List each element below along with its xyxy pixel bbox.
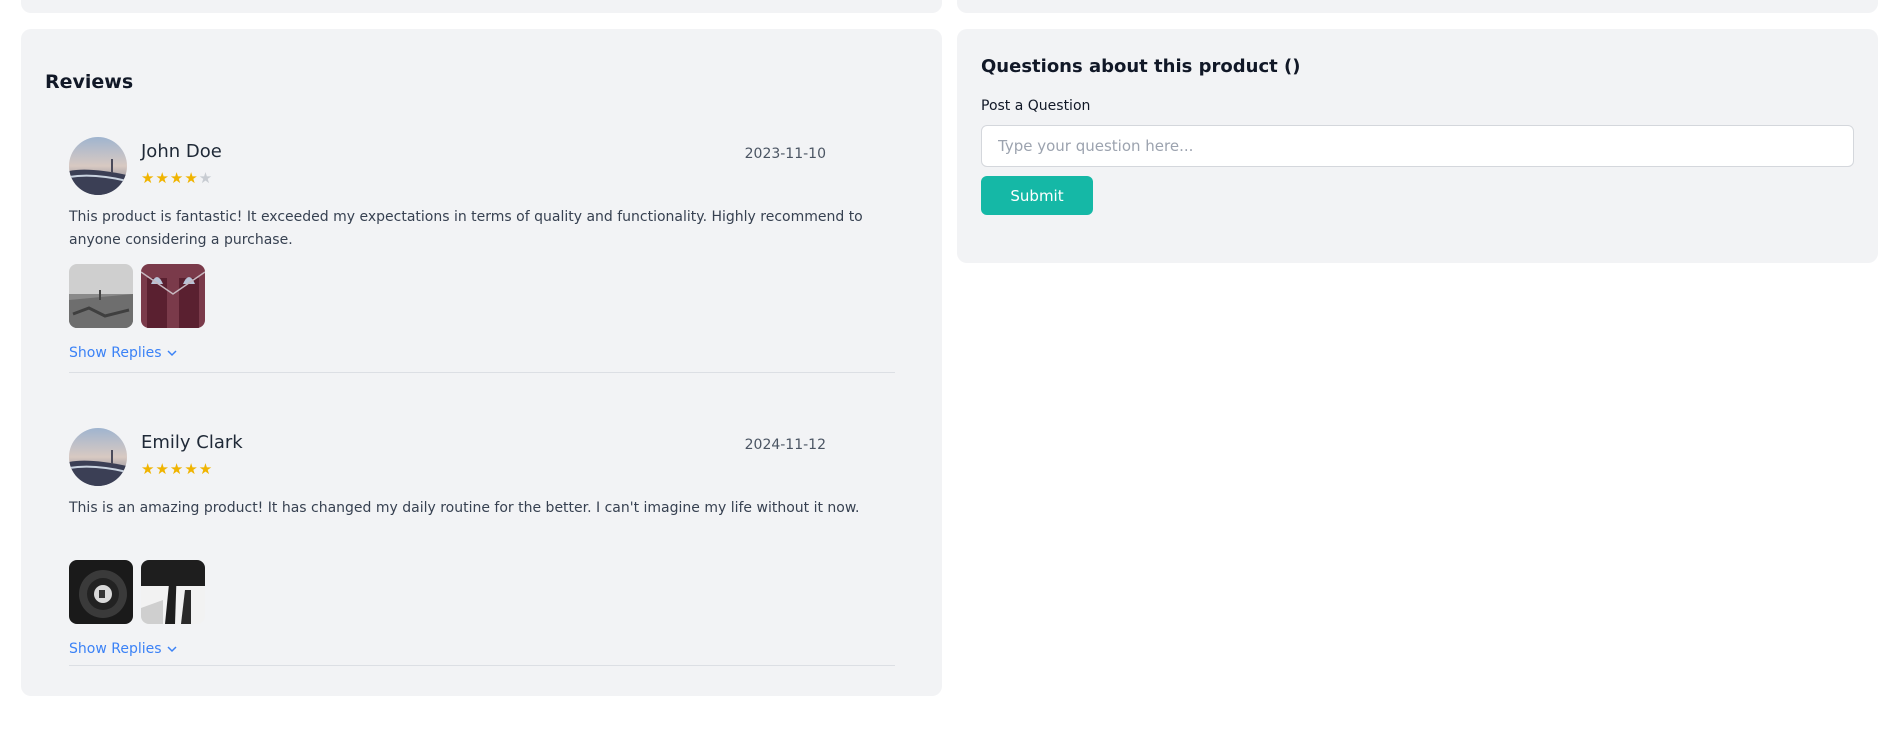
reviews-panel: Reviews John Doe ★★★★★ 2023-11-10 This p…	[21, 29, 942, 696]
questions-title: Questions about this product ()	[981, 56, 1301, 77]
avatar	[69, 137, 127, 195]
review-date: 2024-11-12	[744, 437, 826, 453]
star-rating: ★★★★★	[141, 460, 213, 478]
chevron-down-icon	[166, 646, 177, 653]
stars-filled: ★★★★	[141, 169, 199, 187]
stars-filled: ★★★★★	[141, 460, 214, 478]
questions-panel: Questions about this product () Post a Q…	[957, 29, 1878, 263]
question-input[interactable]	[981, 125, 1854, 167]
review-text: This product is fantastic! It exceeded m…	[69, 209, 863, 248]
show-replies-button[interactable]: Show Replies	[69, 345, 178, 361]
reviewer-name: John Doe	[141, 141, 222, 162]
top-panel-left	[21, 0, 942, 13]
review-item: Emily Clark ★★★★★ 2024-11-12 This is an …	[69, 428, 895, 666]
review-text: This is an amazing product! It has chang…	[69, 500, 860, 516]
review-images	[69, 560, 205, 624]
chevron-down-icon	[166, 350, 177, 357]
review-images	[69, 264, 205, 328]
review-image[interactable]	[141, 560, 205, 624]
review-date: 2023-11-10	[744, 146, 826, 162]
post-question-label: Post a Question	[981, 98, 1091, 114]
avatar	[69, 428, 127, 486]
review-image[interactable]	[141, 264, 205, 328]
top-panel-right	[957, 0, 1878, 13]
submit-button[interactable]: Submit	[981, 176, 1093, 215]
star-rating: ★★★★★	[141, 169, 213, 187]
stars-empty: ★	[198, 169, 214, 187]
show-replies-label: Show Replies	[69, 345, 162, 361]
show-replies-button[interactable]: Show Replies	[69, 641, 178, 657]
review-image[interactable]	[69, 264, 133, 328]
show-replies-label: Show Replies	[69, 641, 162, 657]
reviewer-name: Emily Clark	[141, 432, 243, 453]
review-item: John Doe ★★★★★ 2023-11-10 This product i…	[69, 137, 895, 373]
reviews-title: Reviews	[45, 71, 134, 93]
review-image[interactable]	[69, 560, 133, 624]
